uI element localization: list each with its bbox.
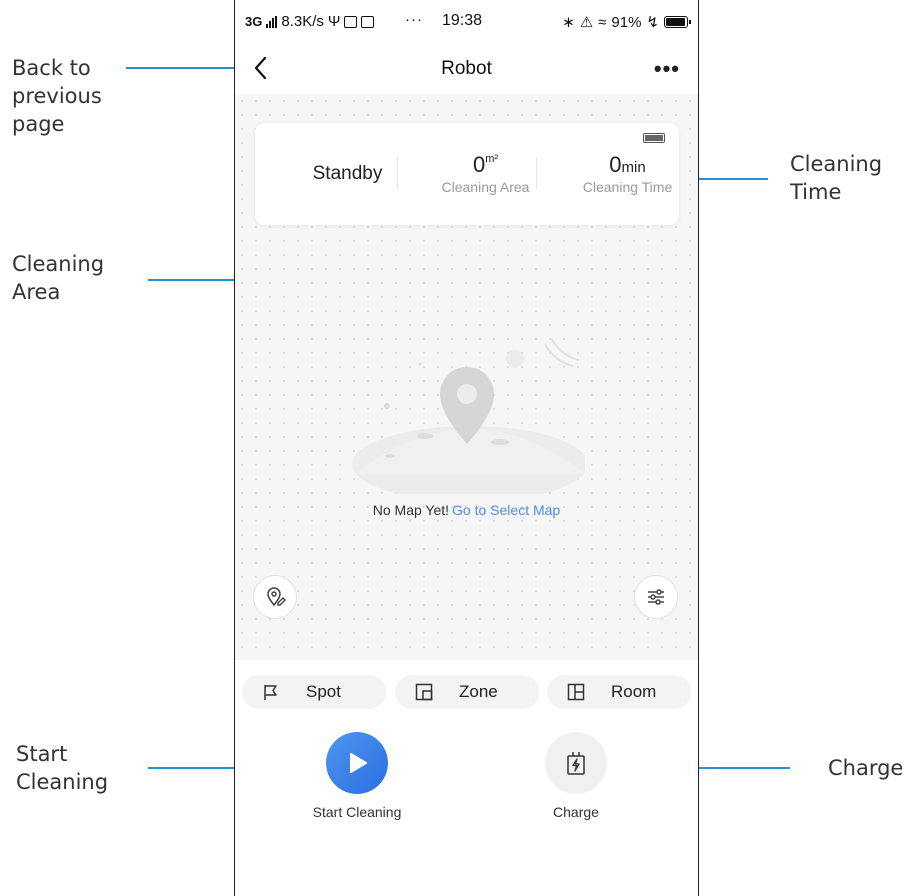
network-speed: 8.3K/s xyxy=(281,13,324,30)
play-icon xyxy=(350,753,367,773)
notification-app-icon xyxy=(344,15,358,28)
zone-icon xyxy=(415,683,433,701)
cleaning-time-unit: min xyxy=(621,159,646,176)
room-mode-button[interactable]: Room xyxy=(547,675,691,709)
silent-icon: ⚠ xyxy=(579,14,594,31)
mail-icon xyxy=(361,15,375,28)
more-notifications: ··· xyxy=(405,11,423,28)
no-map-message: No Map Yet! Go to Select Map xyxy=(235,502,698,518)
cleaning-area-value: 0 xyxy=(472,152,486,177)
cleaning-mode-row: Spot Zone Room xyxy=(235,660,698,722)
status-card: Standby 0m² Cleaning Area 0min Cleaning … xyxy=(255,123,679,225)
charging-plug-icon xyxy=(567,752,585,775)
sliders-icon xyxy=(648,589,664,605)
phone-screen: 3G 8.3K/s Ψ ··· 19:38 ∗ ⚠ ≈ 91% ↯ Robot … xyxy=(234,0,699,896)
more-options-button[interactable]: ••• xyxy=(654,56,680,82)
charge-circle[interactable] xyxy=(545,732,607,794)
spot-mode-button[interactable]: Spot xyxy=(242,675,386,709)
annotation-time: Cleaning Time xyxy=(790,152,883,204)
zone-mode-label: Zone xyxy=(459,682,498,701)
empty-map-illustration xyxy=(352,337,585,494)
battery-percent: 91% xyxy=(611,13,642,31)
annotation-back: Back to previous page xyxy=(12,56,102,136)
start-cleaning-button[interactable]: Start Cleaning xyxy=(297,732,417,820)
cleaning-area-unit: m² xyxy=(485,153,499,165)
cleaning-area-label: Cleaning Area xyxy=(441,179,530,195)
bluetooth-icon: ∗ xyxy=(562,14,575,31)
zone-mode-button[interactable]: Zone xyxy=(395,675,539,709)
flag-icon xyxy=(264,685,277,700)
annotation-area: Cleaning Area xyxy=(12,252,105,304)
room-icon xyxy=(567,683,585,701)
room-mode-label: Room xyxy=(611,682,657,701)
select-map-link[interactable]: Go to Select Map xyxy=(452,502,560,518)
annotation-line-back xyxy=(126,67,250,69)
status-bar: 3G 8.3K/s Ψ ··· 19:38 ∗ ⚠ ≈ 91% ↯ xyxy=(235,0,698,44)
page-title: Robot xyxy=(441,58,492,79)
robot-state: Standby xyxy=(312,163,383,184)
signal-icon xyxy=(266,15,278,28)
map-area: Standby 0m² Cleaning Area 0min Cleaning … xyxy=(235,94,698,660)
no-map-text: No Map Yet! xyxy=(372,502,450,518)
charge-label: Charge xyxy=(553,804,599,820)
nav-bar: Robot ••• xyxy=(235,44,698,94)
annotation-charge: Charge xyxy=(828,756,904,780)
network-type: 3G xyxy=(245,14,263,29)
cleaning-time-label: Cleaning Time xyxy=(582,179,673,195)
usb-icon: Ψ xyxy=(327,13,341,30)
annotation-start: Start Cleaning xyxy=(16,742,109,794)
start-cleaning-label: Start Cleaning xyxy=(312,804,402,820)
start-cleaning-circle[interactable] xyxy=(326,732,388,794)
location-edit-icon xyxy=(267,587,286,607)
map-location-button[interactable] xyxy=(253,575,297,619)
cleaning-time-stat: 0min Cleaning Time xyxy=(555,123,698,225)
clock: 19:38 xyxy=(442,12,483,29)
cleaning-time-value: 0 xyxy=(609,152,622,177)
charging-icon: ↯ xyxy=(646,14,659,31)
map-settings-button[interactable] xyxy=(634,575,678,619)
spot-mode-label: Spot xyxy=(306,682,341,701)
card-divider xyxy=(536,157,537,189)
battery-icon xyxy=(664,16,691,28)
wifi-icon: ≈ xyxy=(598,13,607,31)
card-divider xyxy=(397,157,398,189)
charge-button[interactable]: Charge xyxy=(516,732,636,820)
